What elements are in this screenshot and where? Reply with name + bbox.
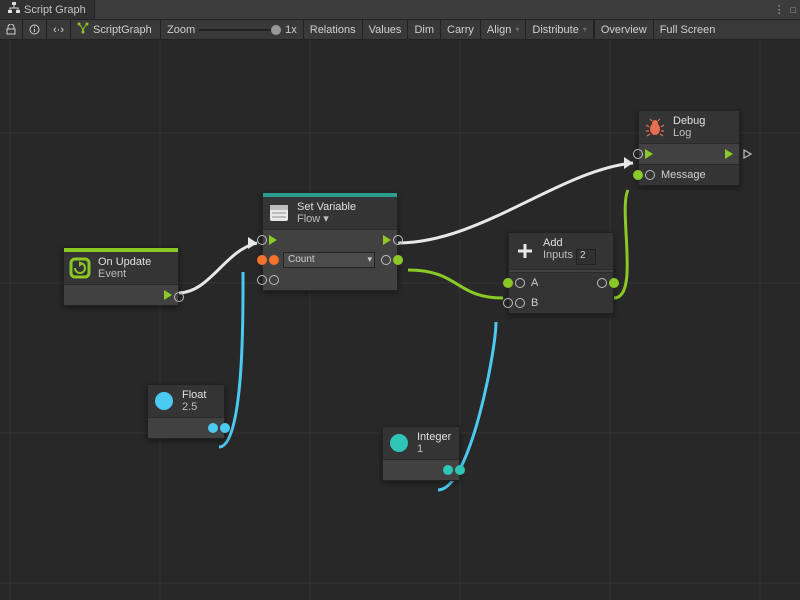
flow-out-port[interactable]: [164, 290, 172, 300]
node-title: Debug: [673, 115, 705, 127]
flow-out-hollow[interactable]: [743, 149, 753, 162]
flow-out-connector[interactable]: [174, 292, 184, 302]
toolbar: ‹·› ScriptGraph Zoom 1x Relations Values…: [0, 20, 800, 40]
flow-in-port[interactable]: [645, 149, 653, 159]
node-title: On Update: [98, 256, 151, 268]
inputs-count-field: 2: [576, 249, 596, 265]
values-toggle[interactable]: Values: [363, 20, 409, 39]
node-subtitle: Inputs 2: [543, 249, 596, 265]
dim-toggle[interactable]: Dim: [408, 20, 441, 39]
align-menu[interactable]: Align▾: [481, 20, 526, 39]
flow-out-port[interactable]: [383, 235, 391, 245]
value-out-connector[interactable]: [393, 255, 403, 265]
code-icon: ‹·›: [53, 24, 64, 36]
node-title: Set Variable: [297, 201, 356, 213]
node-integer-literal[interactable]: Integer 1: [382, 426, 460, 481]
overview-button[interactable]: Overview: [594, 20, 653, 39]
node-title: Add: [543, 237, 596, 249]
tab-script-graph[interactable]: Script Graph: [0, 0, 95, 19]
asset-segment[interactable]: ScriptGraph: [71, 20, 161, 39]
variable-name-dropdown[interactable]: Count: [283, 252, 375, 268]
node-subtitle: Flow ▾: [297, 213, 356, 225]
node-on-update[interactable]: On Update Event: [63, 247, 179, 306]
hierarchy-icon: [8, 2, 20, 17]
output-port[interactable]: [597, 278, 607, 288]
value-out-connector[interactable]: [455, 465, 465, 475]
node-add[interactable]: Add Inputs 2 A B: [508, 232, 614, 314]
flow-in-connector[interactable]: [633, 149, 643, 159]
integer-type-icon: [387, 431, 411, 455]
window-controls: ⋮ □: [774, 0, 800, 19]
graph-canvas[interactable]: On Update Event Set Variable Flow ▾: [0, 40, 800, 600]
lock-icon: [6, 24, 16, 35]
value-out-port[interactable]: [208, 423, 218, 433]
titlebar: Script Graph ⋮ □: [0, 0, 800, 20]
node-subtitle: Log: [673, 127, 705, 139]
value-out-port[interactable]: [443, 465, 453, 475]
variable-icon: [267, 201, 291, 225]
info-icon: [29, 24, 40, 35]
carry-toggle[interactable]: Carry: [441, 20, 481, 39]
info-button[interactable]: [23, 20, 47, 39]
fullscreen-button[interactable]: Full Screen: [653, 20, 722, 39]
flow-in-connector[interactable]: [257, 235, 267, 245]
zoom-value: 1x: [285, 24, 297, 36]
value-in-port[interactable]: [257, 275, 267, 285]
tab-label: Script Graph: [24, 4, 86, 16]
output-connector[interactable]: [609, 278, 619, 288]
name-in-port[interactable]: [257, 255, 267, 265]
flow-out-connector[interactable]: [393, 235, 403, 245]
value-out-port[interactable]: [381, 255, 391, 265]
code-nav-button[interactable]: ‹·›: [47, 20, 71, 39]
menu-icon[interactable]: ⋮: [774, 3, 785, 16]
input-b-port[interactable]: [503, 298, 513, 308]
node-subtitle: Event: [98, 268, 151, 280]
maximize-icon[interactable]: □: [791, 5, 796, 15]
zoom-slider[interactable]: [199, 29, 281, 31]
zoom-label: Zoom: [167, 24, 195, 36]
node-title: Integer: [417, 431, 451, 443]
node-title: Float: [182, 389, 206, 401]
node-debug-log[interactable]: Debug Log Message: [638, 110, 740, 186]
graph-asset-icon: [77, 22, 89, 37]
lock-button[interactable]: [0, 20, 23, 39]
node-value: 1: [417, 443, 451, 455]
node-value: 2.5: [182, 401, 206, 413]
asset-name: ScriptGraph: [93, 24, 152, 36]
value-out-connector[interactable]: [220, 423, 230, 433]
zoom-segment: Zoom 1x: [161, 20, 304, 39]
plus-icon: [513, 239, 537, 263]
input-a-port[interactable]: [503, 278, 513, 288]
message-label: Message: [661, 169, 706, 181]
node-float-literal[interactable]: Float 2.5: [147, 384, 225, 439]
node-set-variable[interactable]: Set Variable Flow ▾ Count: [262, 192, 398, 291]
distribute-menu[interactable]: Distribute▾: [526, 20, 593, 39]
bug-icon: [643, 115, 667, 139]
relations-toggle[interactable]: Relations: [304, 20, 363, 39]
message-in-port[interactable]: [633, 170, 643, 180]
update-loop-icon: [68, 256, 92, 280]
float-type-icon: [152, 389, 176, 413]
flow-out-port[interactable]: [725, 149, 733, 159]
input-a-label: A: [531, 277, 538, 289]
input-b-label: B: [531, 297, 538, 309]
flow-in-port[interactable]: [269, 235, 277, 245]
